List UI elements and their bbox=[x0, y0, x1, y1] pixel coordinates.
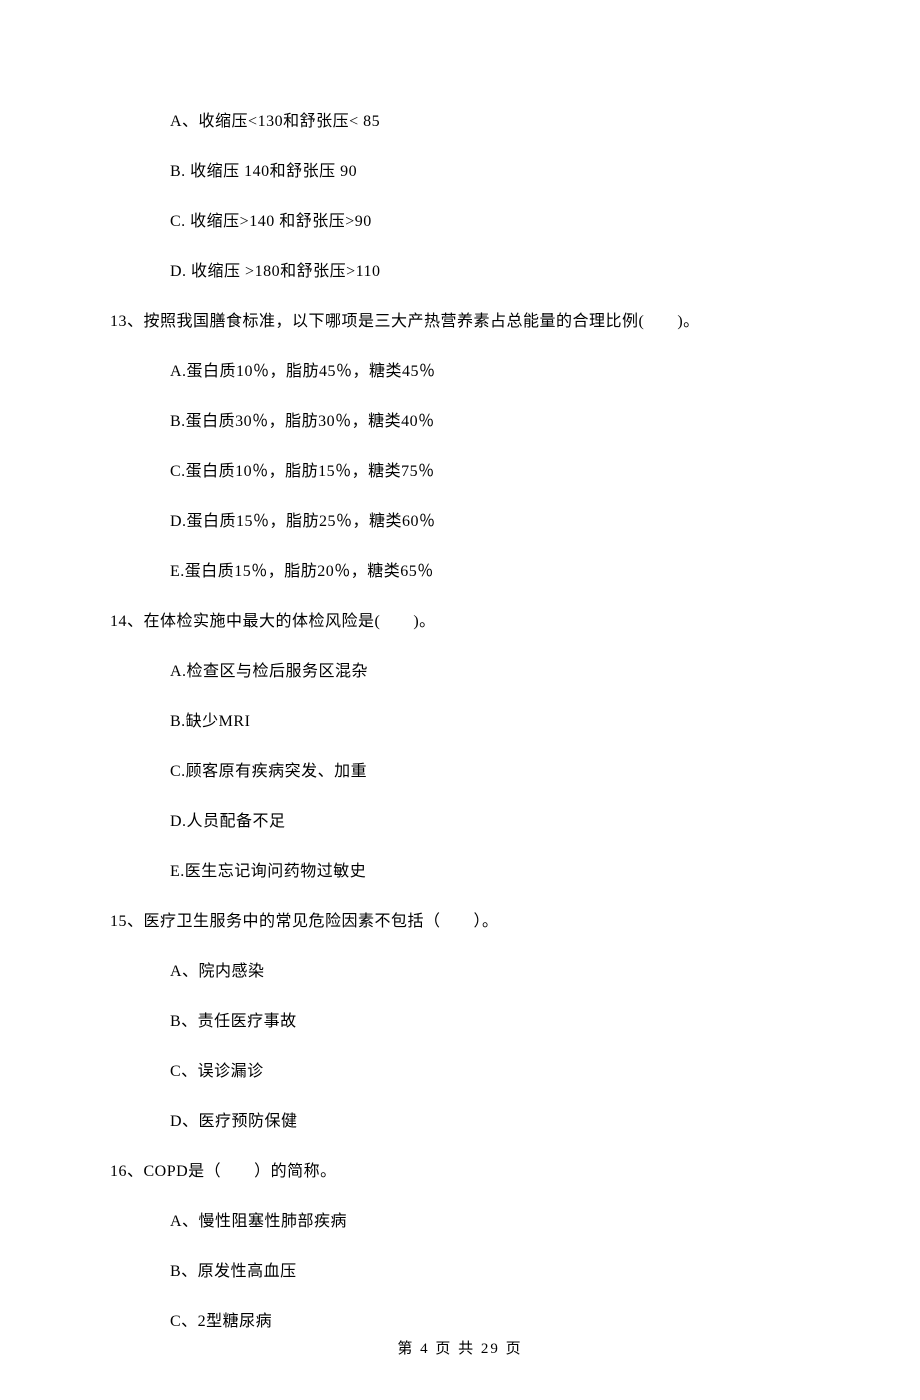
q15-option-b: B、责任医疗事故 bbox=[170, 1010, 810, 1034]
q16-option-c: C、2型糖尿病 bbox=[170, 1310, 810, 1334]
q15-option-c: C、误诊漏诊 bbox=[170, 1060, 810, 1084]
q12-option-d: D. 收缩压 >180和舒张压>110 bbox=[170, 260, 810, 284]
q16-option-b: B、原发性高血压 bbox=[170, 1260, 810, 1284]
q16-option-a: A、慢性阻塞性肺部疾病 bbox=[170, 1210, 810, 1234]
q15-option-a: A、院内感染 bbox=[170, 960, 810, 984]
q13-stem: 13、按照我国膳食标准，以下哪项是三大产热营养素占总能量的合理比例( )。 bbox=[110, 310, 810, 334]
q15-stem: 15、医疗卫生服务中的常见危险因素不包括（ ）。 bbox=[110, 910, 810, 934]
q16-stem: 16、COPD是（ ）的简称。 bbox=[110, 1160, 810, 1184]
q13-option-c: C.蛋白质10％，脂肪15％，糖类75％ bbox=[170, 460, 810, 484]
q14-option-e: E.医生忘记询问药物过敏史 bbox=[170, 860, 810, 884]
q14-option-a: A.检查区与检后服务区混杂 bbox=[170, 660, 810, 684]
q13-option-e: E.蛋白质15％，脂肪20％，糖类65％ bbox=[170, 560, 810, 584]
q13-option-d: D.蛋白质15％，脂肪25％，糖类60％ bbox=[170, 510, 810, 534]
q12-option-c: C. 收缩压>140 和舒张压>90 bbox=[170, 210, 810, 234]
q13-option-b: B.蛋白质30％，脂肪30％，糖类40％ bbox=[170, 410, 810, 434]
q12-option-b: B. 收缩压 140和舒张压 90 bbox=[170, 160, 810, 184]
page-footer: 第 4 页 共 29 页 bbox=[0, 1338, 920, 1361]
document-page: A、收缩压<130和舒张压< 85 B. 收缩压 140和舒张压 90 C. 收… bbox=[0, 0, 920, 1400]
q14-option-d: D.人员配备不足 bbox=[170, 810, 810, 834]
q14-option-c: C.顾客原有疾病突发、加重 bbox=[170, 760, 810, 784]
q12-option-a: A、收缩压<130和舒张压< 85 bbox=[170, 110, 810, 134]
q14-stem: 14、在体检实施中最大的体检风险是( )。 bbox=[110, 610, 810, 634]
q15-option-d: D、医疗预防保健 bbox=[170, 1110, 810, 1134]
q13-option-a: A.蛋白质10％，脂肪45％，糖类45％ bbox=[170, 360, 810, 384]
q14-option-b: B.缺少MRI bbox=[170, 710, 810, 734]
